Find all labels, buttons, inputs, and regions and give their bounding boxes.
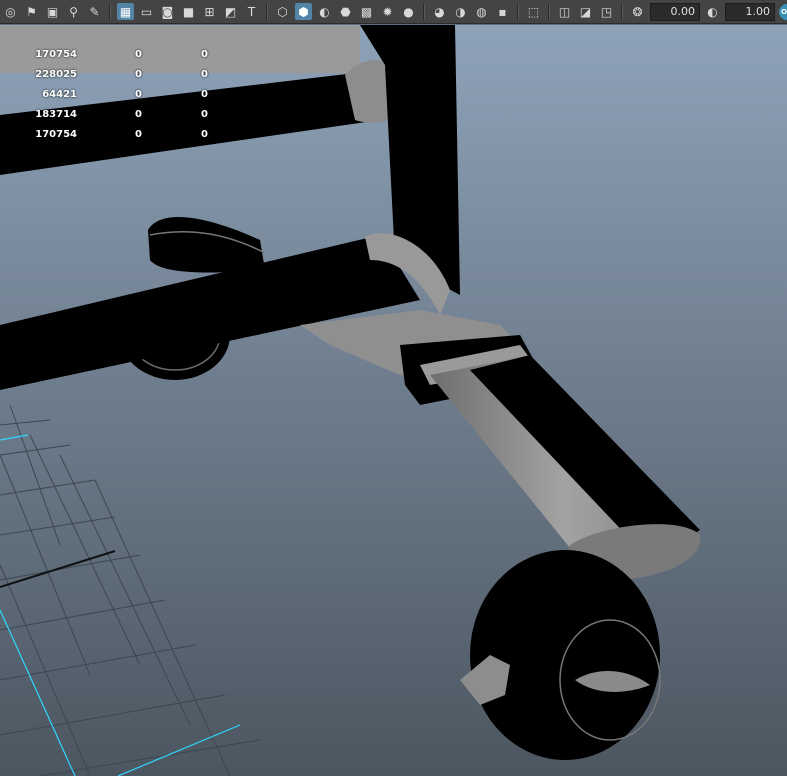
xray-icon[interactable]: ◫ [556,3,573,20]
smooth-shade-icon[interactable]: ⬢ [295,3,312,20]
isolate-select-icon[interactable]: ⬚ [525,3,542,20]
hud-row: 183714 0 0 [0,107,230,127]
camera-attributes-icon[interactable]: ❂ [629,3,646,20]
viewport-3d[interactable]: 170754 0 0 228025 0 0 64421 0 0 183714 0 0 170754 0 0 [0,25,787,776]
snap-together-icon[interactable]: ⚲ [65,3,82,20]
toolbar-separator [266,3,268,20]
toolbar-separator [423,3,425,20]
hud-value: 0 [201,129,208,140]
toolbar-separator [548,3,550,20]
wireframe-on-shaded-icon[interactable]: ⬣ [337,3,354,20]
hud-value: 0 [201,69,208,80]
select-camera-icon[interactable]: ◎ [2,3,19,20]
toolbar-separator [517,3,519,20]
hud-value: 0 [201,49,208,60]
safe-action-icon[interactable]: ◩ [222,3,239,20]
hud-row: 228025 0 0 [0,67,230,87]
hud-value: 0 [201,109,208,120]
xray-joints-icon[interactable]: ◪ [577,3,594,20]
toolbar-separator [109,3,111,20]
hud-value: 0 [201,89,208,100]
xray-components-icon[interactable]: ◳ [598,3,615,20]
depth-of-field-icon[interactable]: ▪ [494,3,511,20]
color-management-toggle[interactable]: ON [779,3,787,20]
bookmark-icon[interactable]: ⚑ [23,3,40,20]
film-gate-icon[interactable]: ▭ [138,3,155,20]
use-all-lights-icon[interactable]: ✹ [379,3,396,20]
paint-brush-icon[interactable]: ✎ [86,3,103,20]
textured-icon[interactable]: ▩ [358,3,375,20]
viewport-toolbar: ◎⚑▣⚲✎▦▭◙■⊞◩T⬡⬢◐⬣▩✹●◕◑◍▪⬚◫◪◳❂0.00◐1.00ONs… [0,0,787,24]
hud-row: 170754 0 0 [0,47,230,67]
resolution-gate-icon[interactable]: ◙ [159,3,176,20]
image-plane-icon[interactable]: ▣ [44,3,61,20]
field-chart-icon[interactable]: ⊞ [201,3,218,20]
screen-space-ao-icon[interactable]: ◕ [431,3,448,20]
toolbar-separator [621,3,623,20]
shadows-icon[interactable]: ● [400,3,417,20]
gate-mask-icon[interactable]: ■ [180,3,197,20]
wireframe-icon[interactable]: ⬡ [274,3,291,20]
hud-row: 170754 0 0 [0,127,230,147]
safe-title-icon[interactable]: T [243,3,260,20]
hud-row: 64421 0 0 [0,87,230,107]
default-material-icon[interactable]: ◐ [316,3,333,20]
multisample-aa-icon[interactable]: ◍ [473,3,490,20]
gamma-field[interactable]: 1.00 [725,2,775,21]
poly-count-hud: 170754 0 0 228025 0 0 64421 0 0 183714 0 0 170754 0 0 [0,47,230,147]
motion-blur-icon[interactable]: ◑ [452,3,469,20]
gamma-icon[interactable]: ◐ [704,3,721,20]
grid-icon[interactable]: ▦ [117,3,134,20]
exposure-field[interactable]: 0.00 [650,2,700,21]
